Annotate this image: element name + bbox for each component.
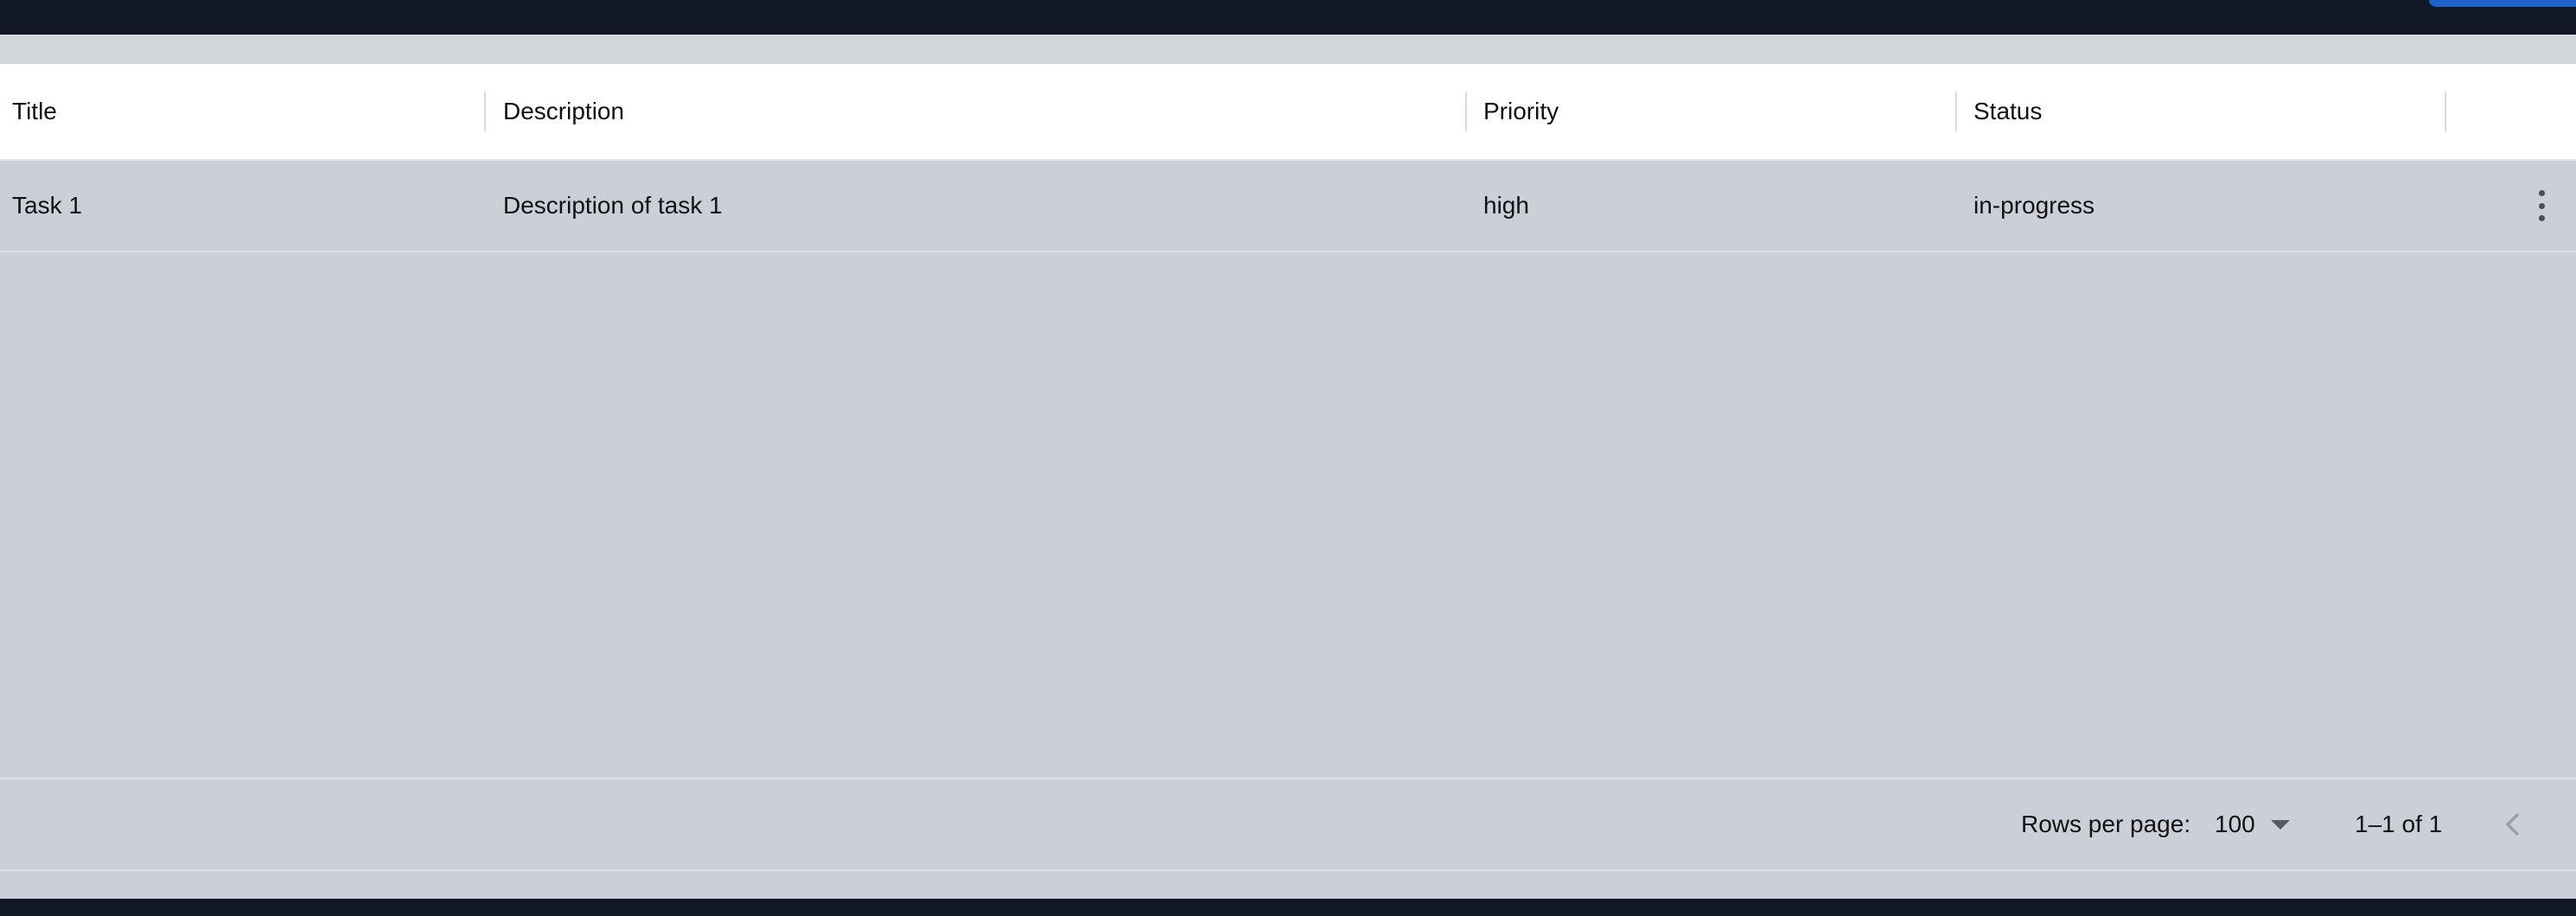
column-separator[interactable] bbox=[1465, 92, 1467, 131]
pagination-footer: Rows per page: 100 1–1 of 1 bbox=[0, 778, 2576, 871]
column-header-title[interactable]: Title bbox=[12, 64, 57, 159]
rows-per-page-value: 100 bbox=[2215, 811, 2255, 837]
chevron-left-icon[interactable] bbox=[2498, 809, 2528, 840]
column-header-priority[interactable]: Priority bbox=[1483, 64, 1559, 159]
cell-status: in-progress bbox=[1973, 192, 2095, 219]
more-vertical-icon[interactable] bbox=[2533, 190, 2550, 221]
column-header-priority-label: Priority bbox=[1483, 98, 1559, 124]
column-header-description[interactable]: Description bbox=[503, 64, 624, 159]
cell-title: Task 1 bbox=[12, 192, 82, 219]
bottom-bar bbox=[0, 899, 2576, 916]
table-row[interactable]: Task 1 Description of task 1 high in-pro… bbox=[0, 161, 2576, 252]
pagination-range: 1–1 of 1 bbox=[2355, 811, 2443, 837]
column-header-status-label: Status bbox=[1973, 98, 2043, 124]
top-action-button[interactable] bbox=[2429, 0, 2576, 7]
tasks-data-grid: Title Description Priority Status Task 1… bbox=[0, 64, 2576, 899]
top-app-bar bbox=[0, 0, 2576, 35]
column-header-description-label: Description bbox=[503, 98, 625, 124]
column-separator[interactable] bbox=[484, 92, 486, 131]
cell-description: Description of task 1 bbox=[503, 192, 723, 219]
column-separator[interactable] bbox=[2445, 92, 2446, 131]
cell-priority: high bbox=[1483, 192, 1529, 219]
caret-down-icon bbox=[2270, 819, 2290, 830]
column-header-status[interactable]: Status bbox=[1973, 64, 2042, 159]
column-separator[interactable] bbox=[1955, 92, 1957, 131]
rows-per-page-select[interactable]: 100 bbox=[2215, 779, 2290, 869]
column-headers: Title Description Priority Status bbox=[0, 64, 2576, 161]
column-header-title-label: Title bbox=[12, 98, 57, 124]
toolbar-strip bbox=[0, 35, 2576, 64]
rows-per-page-label: Rows per page: bbox=[2021, 811, 2191, 837]
